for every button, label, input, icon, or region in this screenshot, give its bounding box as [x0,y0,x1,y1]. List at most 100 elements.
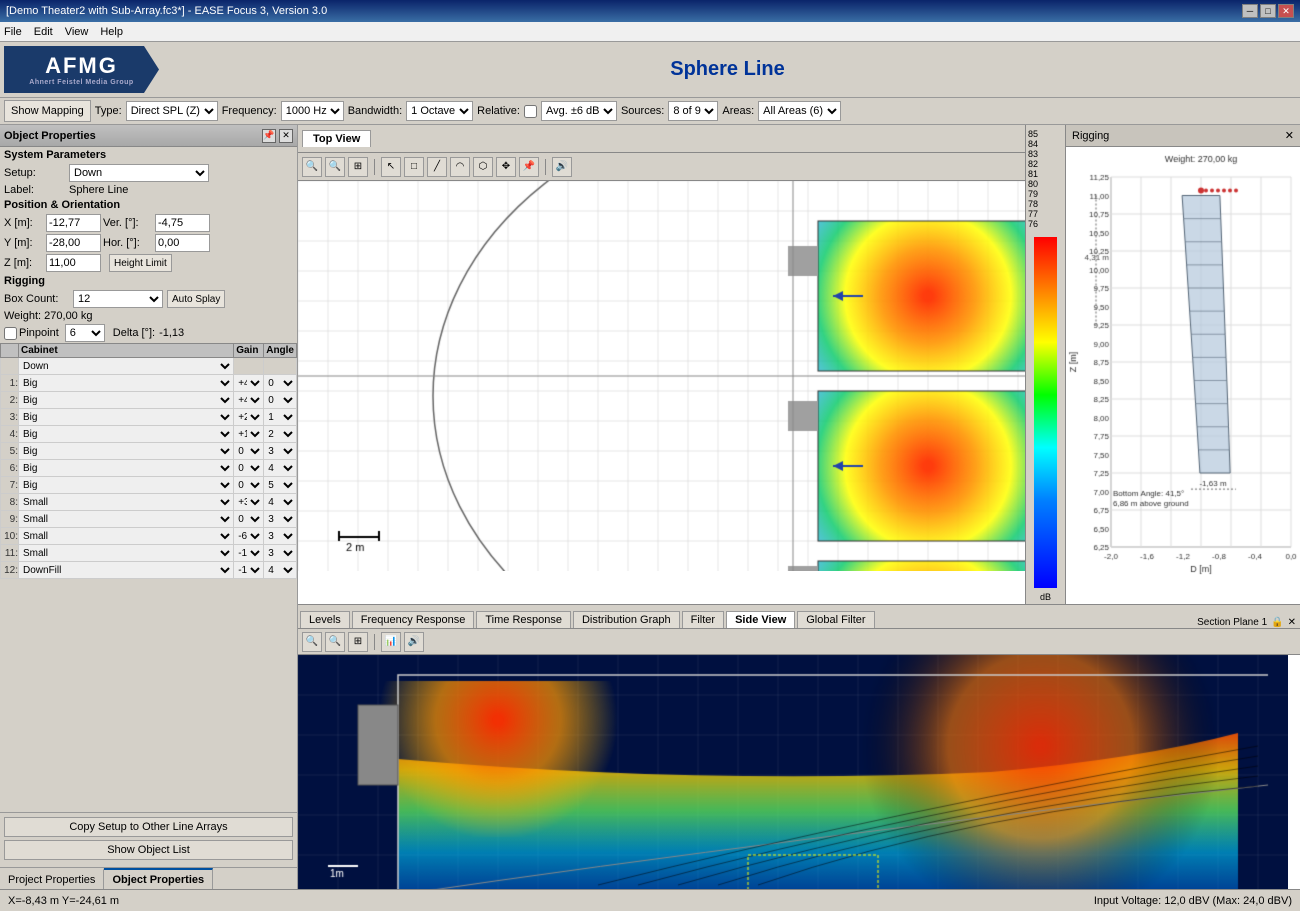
bottom-speaker-btn[interactable]: 🔊 [404,632,424,652]
tab-filter[interactable]: Filter [682,611,724,628]
gain-select-12[interactable]: -12 [234,562,263,578]
tab-project-properties[interactable]: Project Properties [0,868,104,889]
angle-header: Angle [264,344,297,358]
angle-select-10[interactable]: 3 [264,528,296,544]
pin-tool-btn[interactable]: 📌 [519,157,539,177]
z-input[interactable] [46,254,101,272]
footer-tabs: Project Properties Object Properties [0,867,297,889]
gain-select-2[interactable]: +4 [234,392,263,408]
gain-select-9[interactable]: 0 [234,511,263,527]
y-input[interactable] [46,234,101,252]
gain-select-10[interactable]: -6 [234,528,263,544]
cabinet-select-5[interactable]: Big [19,443,233,459]
tab-distribution[interactable]: Distribution Graph [573,611,680,628]
angle-select-7[interactable]: 5 [264,477,296,493]
show-object-list-button[interactable]: Show Object List [4,840,293,860]
relative-checkbox[interactable] [524,105,537,118]
ver-input[interactable] [155,214,210,232]
pinpoint-select[interactable]: 6 [65,324,105,342]
bw-select[interactable]: 1 Octave [406,101,473,121]
menu-help[interactable]: Help [100,26,123,38]
gain-select-6[interactable]: 0 [234,460,263,476]
auto-splay-button[interactable]: Auto Splay [167,290,225,308]
rect-btn[interactable]: □ [404,157,424,177]
tab-global-filter[interactable]: Global Filter [797,611,874,628]
cabinet-select-0[interactable]: Down [19,358,233,374]
cabinet-select-8[interactable]: Small [19,494,233,510]
bottom-zoom-in[interactable]: 🔍 [302,632,322,652]
close-button[interactable]: ✕ [1278,4,1294,18]
angle-select-12[interactable]: 4 [264,562,296,578]
tab-freq-response[interactable]: Frequency Response [352,611,475,628]
gain-select-3[interactable]: +2 [234,409,263,425]
close-icon[interactable]: ✕ [279,129,293,143]
hor-input[interactable] [155,234,210,252]
angle-select-8[interactable]: 4 [264,494,296,510]
areas-select[interactable]: All Areas (6) [758,101,841,121]
angle-select-11[interactable]: 3 [264,545,296,561]
bottom-graph-btn[interactable]: 📊 [381,632,401,652]
tab-time-response[interactable]: Time Response [476,611,571,628]
cabinet-select-2[interactable]: Big [19,392,233,408]
tab-object-properties[interactable]: Object Properties [104,868,213,889]
bottom-zoom-out[interactable]: 🔍 [325,632,345,652]
minimize-button[interactable]: ─ [1242,4,1258,18]
poly-btn[interactable]: ⬡ [473,157,493,177]
bottom-zoom-fit[interactable]: ⊞ [348,632,368,652]
menu-file[interactable]: File [4,26,22,38]
angle-select-9[interactable]: 3 [264,511,296,527]
arc-btn[interactable]: ◠ [450,157,470,177]
pin-icon[interactable]: 📌 [262,129,276,143]
cabinet-select-11[interactable]: Small [19,545,233,561]
freq-select[interactable]: 1000 Hz [281,101,344,121]
gain-select-7[interactable]: 0 [234,477,263,493]
bottom-canvas[interactable] [298,655,1300,889]
rel-select[interactable]: Avg. ±6 dB [541,101,617,121]
angle-select-1[interactable]: 0 [264,375,296,391]
zoom-out-btn[interactable]: 🔍 [325,157,345,177]
zoom-in-btn[interactable]: 🔍 [302,157,322,177]
speaker-btn[interactable]: 🔊 [552,157,572,177]
cabinet-select-12[interactable]: DownFill [19,562,233,578]
angle-select-3[interactable]: 1 [264,409,296,425]
x-input[interactable] [46,214,101,232]
cabinet-select-4[interactable]: Big [19,426,233,442]
gain-select-4[interactable]: +1 [234,426,263,442]
title-bar: [Demo Theater2 with Sub-Array.fc3*] - EA… [0,0,1300,22]
box-count-select[interactable]: 12 [73,290,163,308]
close-bottom-icon[interactable]: ✕ [1288,617,1296,628]
line-btn[interactable]: ╱ [427,157,447,177]
top-view-canvas[interactable] [298,181,1025,604]
pinpoint-checkbox[interactable] [4,327,17,340]
menu-edit[interactable]: Edit [34,26,53,38]
move-btn[interactable]: ✥ [496,157,516,177]
tab-side-view[interactable]: Side View [726,611,795,628]
gain-select-5[interactable]: 0 [234,443,263,459]
cabinet-select-9[interactable]: Small [19,511,233,527]
angle-select-5[interactable]: 3 [264,443,296,459]
setup-select[interactable]: Down [69,164,209,182]
zoom-fit-btn[interactable]: ⊞ [348,157,368,177]
angle-select-6[interactable]: 4 [264,460,296,476]
gain-select-11[interactable]: -12 [234,545,263,561]
select-btn[interactable]: ↖ [381,157,401,177]
cabinet-select-3[interactable]: Big [19,409,233,425]
height-limit-button[interactable]: Height Limit [109,254,172,272]
angle-select-2[interactable]: 0 [264,392,296,408]
cabinet-select-6[interactable]: Big [19,460,233,476]
copy-setup-button[interactable]: Copy Setup to Other Line Arrays [4,817,293,837]
gain-select-8[interactable]: +3 [234,494,263,510]
cabinet-select-7[interactable]: Big [19,477,233,493]
show-mapping-button[interactable]: Show Mapping [4,100,91,122]
rigging-close-icon[interactable]: ✕ [1285,129,1294,142]
cabinet-select-1[interactable]: Big [19,375,233,391]
maximize-button[interactable]: □ [1260,4,1276,18]
sources-select[interactable]: 8 of 9 [668,101,718,121]
menu-view[interactable]: View [65,26,89,38]
gain-select-1[interactable]: +4 [234,375,263,391]
top-view-tab[interactable]: Top View [302,130,371,147]
tab-levels[interactable]: Levels [300,611,350,628]
cabinet-select-10[interactable]: Small [19,528,233,544]
type-select[interactable]: Direct SPL (Z) [126,101,218,121]
angle-select-4[interactable]: 2 [264,426,296,442]
